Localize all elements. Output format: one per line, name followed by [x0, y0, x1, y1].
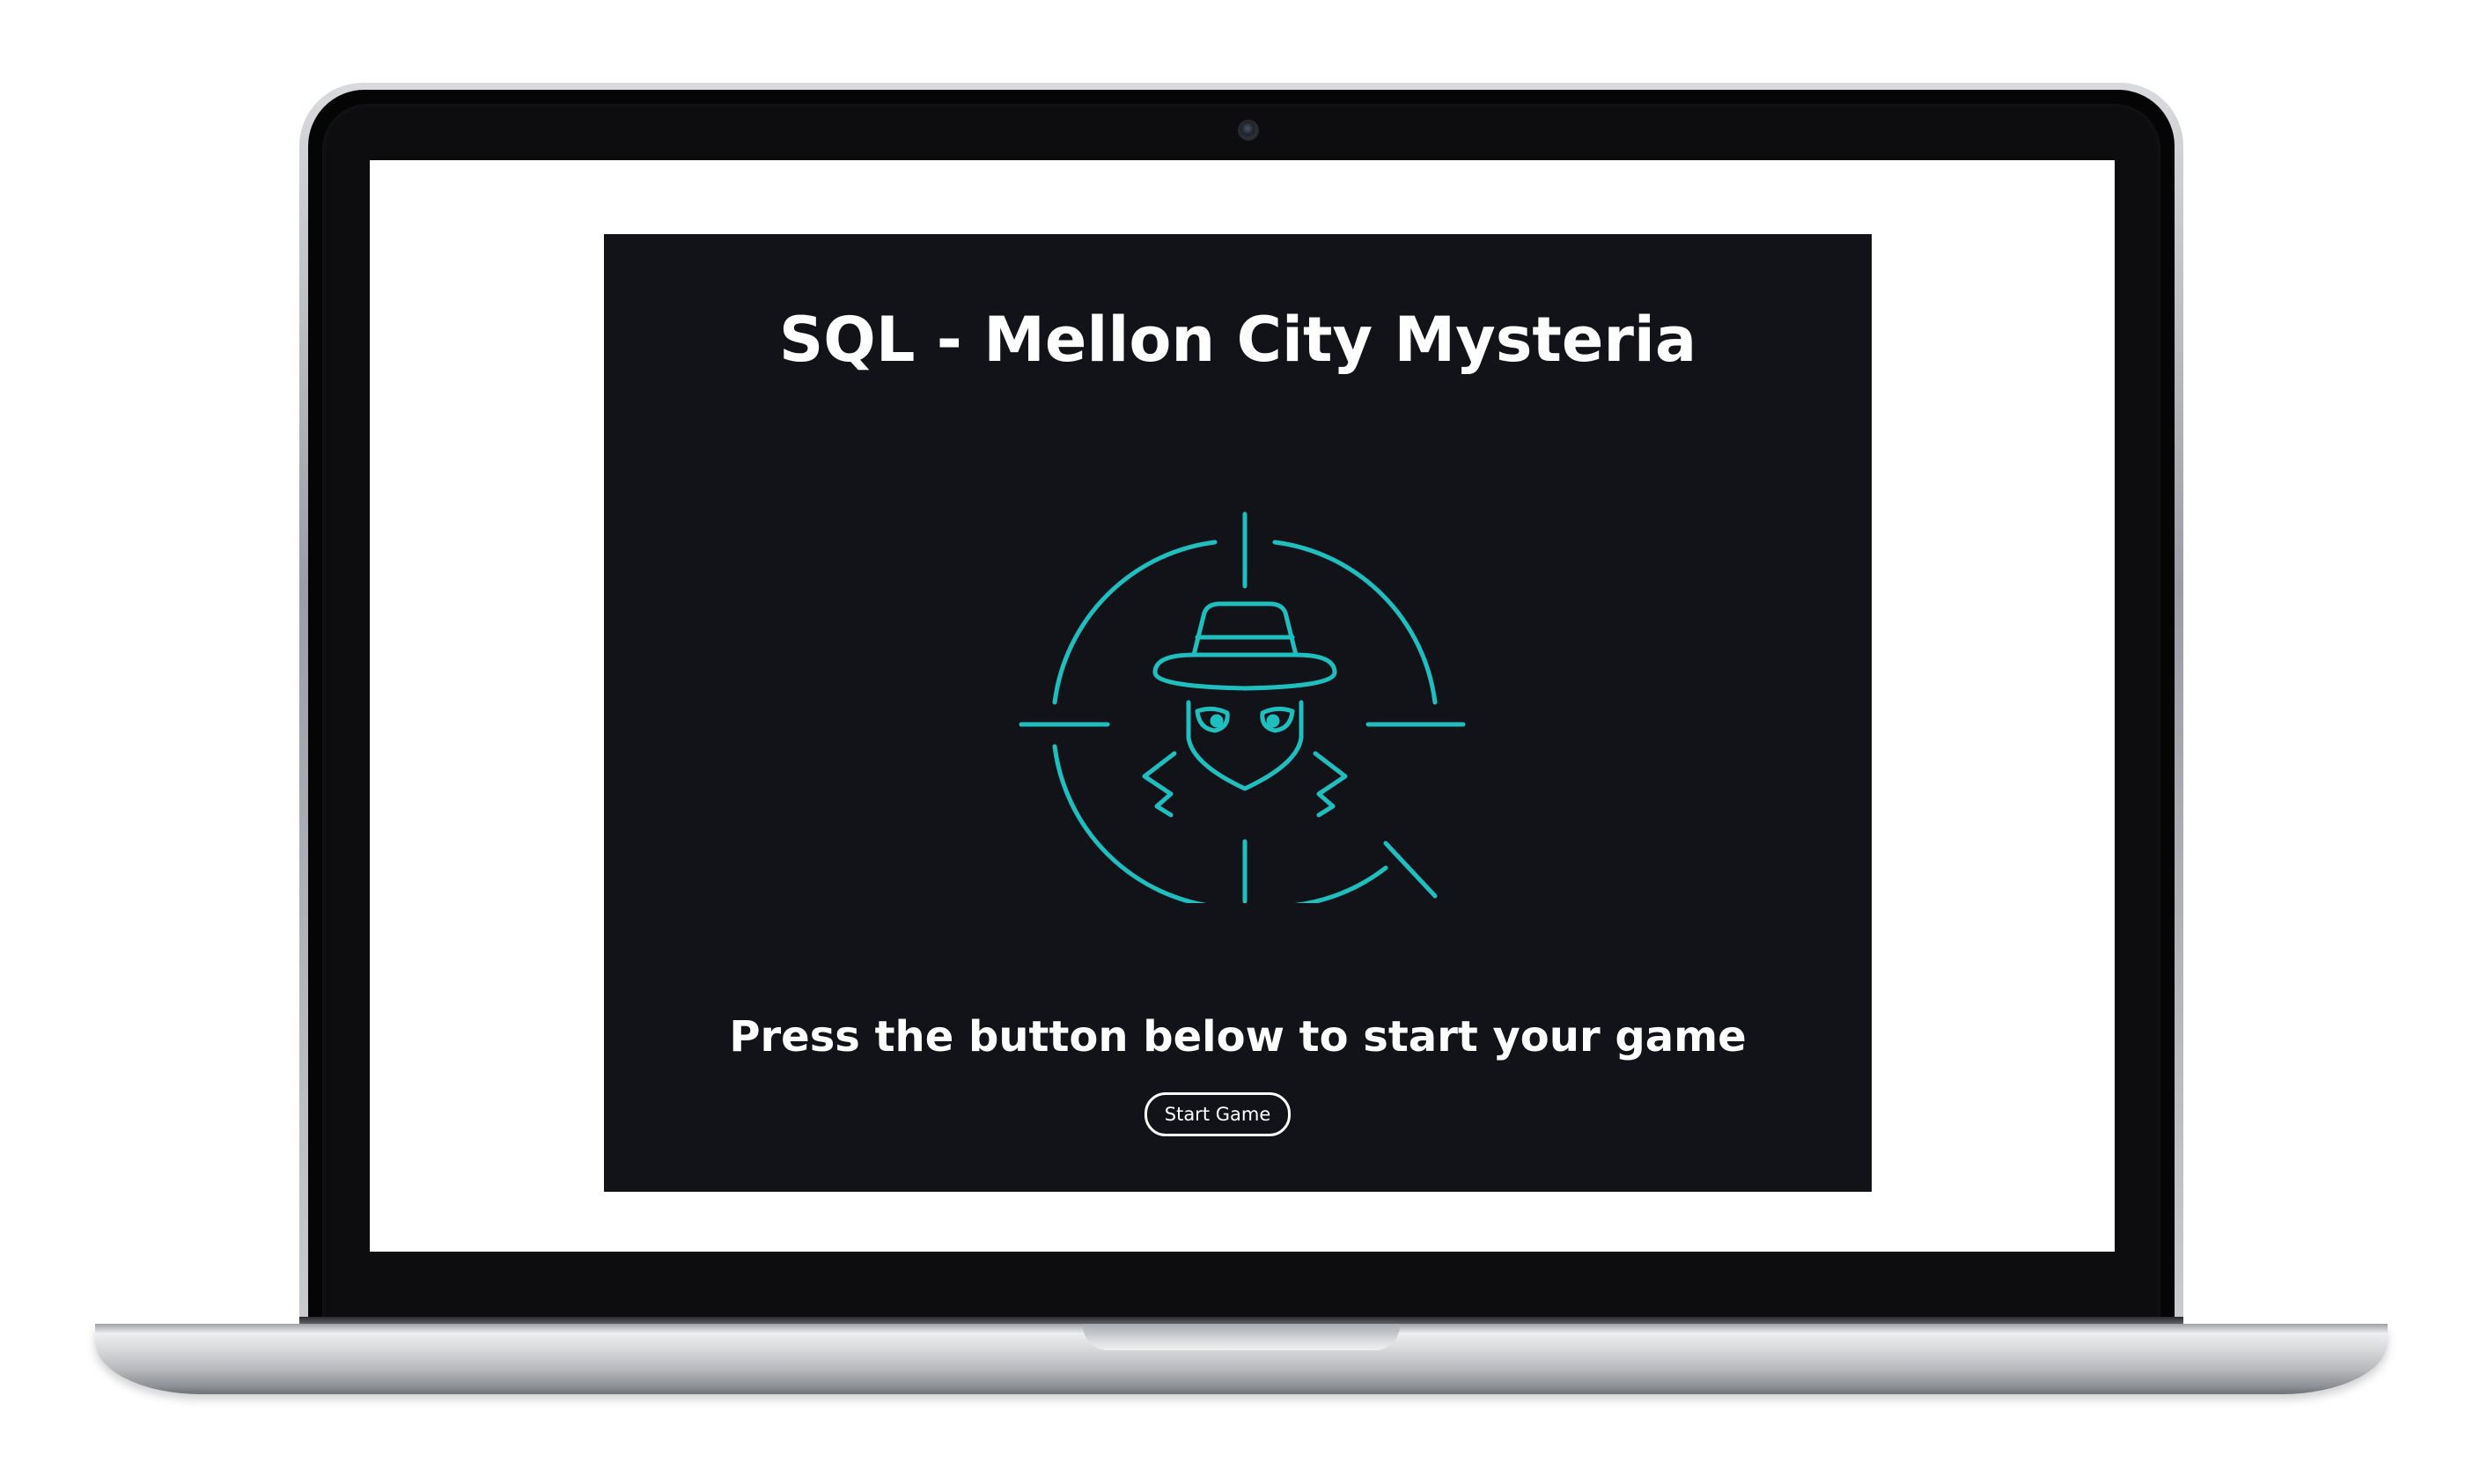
game-start-panel: SQL - Mellon City Mysteria Press the but…	[604, 234, 1872, 1192]
laptop-notch	[1083, 1324, 1400, 1350]
start-game-button[interactable]: Start Game	[1144, 1092, 1291, 1136]
laptop-mockup: SQL - Mellon City Mysteria Press the but…	[0, 0, 2473, 1484]
detective-in-crosshair-icon	[1019, 511, 1466, 903]
laptop-screen: SQL - Mellon City Mysteria Press the but…	[370, 160, 2115, 1252]
game-title: SQL - Mellon City Mysteria	[778, 304, 1697, 376]
webcam-icon	[1238, 120, 1259, 141]
start-instructions: Press the button below to start your gam…	[729, 1012, 1747, 1062]
